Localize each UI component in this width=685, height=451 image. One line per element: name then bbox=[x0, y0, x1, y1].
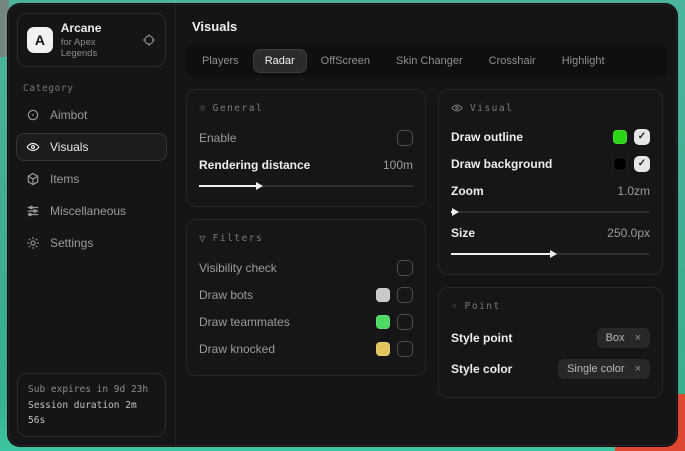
slider-thumb bbox=[256, 182, 263, 190]
size-value: 250.0px bbox=[607, 226, 650, 240]
tab-offscreen[interactable]: OffScreen bbox=[309, 49, 382, 73]
rendering-distance-label: Rendering distance bbox=[199, 158, 310, 172]
sidebar-item-aimbot[interactable]: Aimbot bbox=[16, 101, 167, 129]
main-area: Visuals Players Radar OffScreen Skin Cha… bbox=[176, 4, 677, 446]
draw-outline-label: Draw outline bbox=[451, 130, 523, 144]
panel-title: Visual bbox=[470, 103, 513, 114]
style-color-label: Style color bbox=[451, 362, 512, 376]
sidebar-item-settings[interactable]: Settings bbox=[16, 229, 167, 257]
enable-label: Enable bbox=[199, 131, 236, 145]
draw-knocked-color-swatch[interactable] bbox=[376, 342, 390, 356]
page-title: Visuals bbox=[176, 4, 677, 45]
draw-background-label: Draw background bbox=[451, 157, 552, 171]
app-subtitle: for Apex Legends bbox=[61, 37, 134, 59]
close-icon[interactable]: × bbox=[635, 363, 641, 375]
app-logo: A bbox=[27, 27, 53, 53]
style-point-label: Style point bbox=[451, 331, 512, 345]
sidebar-item-miscellaneous[interactable]: Miscellaneous bbox=[16, 197, 167, 225]
enable-checkbox[interactable] bbox=[397, 130, 413, 146]
tab-highlight[interactable]: Highlight bbox=[550, 49, 617, 73]
gear-icon bbox=[26, 236, 40, 250]
sidebar-nav: Aimbot Visuals Items bbox=[8, 99, 175, 259]
check-icon: ✓ bbox=[638, 131, 646, 142]
draw-bots-color-swatch[interactable] bbox=[376, 288, 390, 302]
style-point-value: Box bbox=[606, 332, 625, 344]
panel-title: Filters bbox=[213, 233, 264, 244]
draw-teammates-color-swatch[interactable] bbox=[376, 315, 390, 329]
size-label: Size bbox=[451, 226, 475, 240]
category-label: Category bbox=[23, 83, 160, 94]
subscription-info-card: Sub expires in 9d 23h Session duration 2… bbox=[17, 373, 166, 437]
draw-bots-label: Draw bots bbox=[199, 288, 253, 302]
size-slider[interactable] bbox=[451, 249, 650, 259]
sidebar-item-visuals[interactable]: Visuals bbox=[16, 133, 167, 161]
close-icon[interactable]: × bbox=[635, 332, 641, 344]
app-name: Arcane bbox=[61, 21, 134, 35]
point-dot-icon: ◦ bbox=[451, 300, 458, 313]
zoom-label: Zoom bbox=[451, 184, 484, 198]
brand-card: A Arcane for Apex Legends bbox=[17, 13, 166, 67]
content: ☼ General Enable Rendering distance 100m bbox=[176, 77, 677, 422]
rendering-distance-slider[interactable] bbox=[199, 181, 413, 191]
filters-panel: ▽ Filters Visibility check Draw bots bbox=[186, 219, 426, 376]
draw-outline-checkbox[interactable]: ✓ bbox=[634, 129, 650, 145]
session-duration-text: Session duration 2m 56s bbox=[28, 398, 155, 428]
sidebar-item-label: Visuals bbox=[50, 140, 88, 154]
draw-outline-color-swatch[interactable] bbox=[613, 130, 627, 144]
items-cube-icon bbox=[26, 172, 40, 186]
sidebar-item-label: Settings bbox=[50, 236, 93, 250]
visuals-icon bbox=[26, 140, 40, 154]
eye-icon bbox=[451, 102, 463, 114]
funnel-icon: ▽ bbox=[199, 232, 206, 245]
tab-radar[interactable]: Radar bbox=[253, 49, 307, 73]
tab-bar: Players Radar OffScreen Skin Changer Cro… bbox=[186, 45, 667, 77]
style-color-value: Single color bbox=[567, 363, 624, 375]
sidebar: A Arcane for Apex Legends Category Aimbo… bbox=[8, 4, 176, 446]
panel-title: Point bbox=[465, 301, 501, 312]
style-color-select[interactable]: Single color × bbox=[558, 359, 650, 379]
draw-teammates-label: Draw teammates bbox=[199, 315, 290, 329]
visual-panel: Visual Draw outline ✓ Draw background bbox=[438, 89, 663, 275]
slider-thumb bbox=[550, 250, 557, 258]
visibility-check-label: Visibility check bbox=[199, 261, 277, 275]
draw-background-color-swatch[interactable] bbox=[613, 157, 627, 171]
sidebar-item-label: Items bbox=[50, 172, 79, 186]
zoom-slider[interactable] bbox=[451, 207, 650, 217]
sidebar-item-items[interactable]: Items bbox=[16, 165, 167, 193]
slider-thumb bbox=[452, 208, 459, 216]
aimbot-icon bbox=[26, 108, 40, 122]
panel-title: General bbox=[213, 103, 264, 114]
draw-bots-checkbox[interactable] bbox=[397, 287, 413, 303]
draw-knocked-label: Draw knocked bbox=[199, 342, 275, 356]
general-panel: ☼ General Enable Rendering distance 100m bbox=[186, 89, 426, 207]
zoom-value: 1.0zm bbox=[617, 184, 650, 198]
crosshair-icon[interactable] bbox=[142, 33, 156, 47]
sidebar-item-label: Aimbot bbox=[50, 108, 87, 122]
visibility-check-checkbox[interactable] bbox=[397, 260, 413, 276]
style-point-select[interactable]: Box × bbox=[597, 328, 650, 348]
sidebar-item-label: Miscellaneous bbox=[50, 204, 126, 218]
draw-knocked-checkbox[interactable] bbox=[397, 341, 413, 357]
check-icon: ✓ bbox=[638, 158, 646, 169]
point-panel: ◦ Point Style point Box × Style bbox=[438, 287, 663, 398]
sub-expires-text: Sub expires in 9d 23h bbox=[28, 382, 155, 397]
tab-skin-changer[interactable]: Skin Changer bbox=[384, 49, 475, 73]
tab-crosshair[interactable]: Crosshair bbox=[477, 49, 548, 73]
rendering-distance-value: 100m bbox=[383, 158, 413, 172]
tab-players[interactable]: Players bbox=[190, 49, 251, 73]
draw-background-checkbox[interactable]: ✓ bbox=[634, 156, 650, 172]
general-gear-icon: ☼ bbox=[199, 102, 206, 115]
app-window: A Arcane for Apex Legends Category Aimbo… bbox=[8, 4, 677, 446]
draw-teammates-checkbox[interactable] bbox=[397, 314, 413, 330]
sliders-icon bbox=[26, 204, 40, 218]
